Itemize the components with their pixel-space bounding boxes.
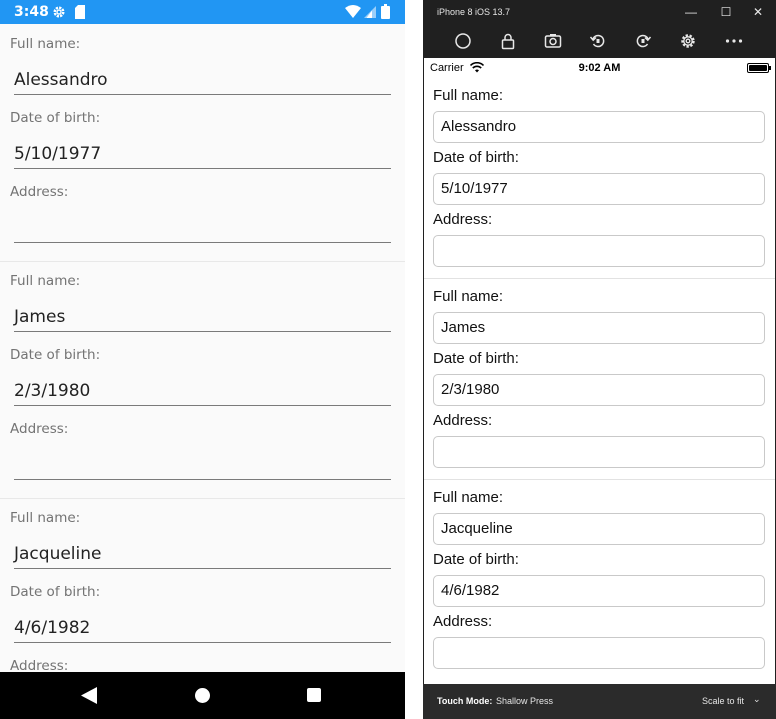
address-label: Address:	[10, 658, 69, 672]
dob-entry[interactable]: 4/6/1982	[433, 575, 765, 607]
address-entry[interactable]	[433, 235, 765, 267]
recents-icon[interactable]	[307, 688, 321, 702]
dob-entry[interactable]: 4/6/1982	[14, 613, 391, 643]
dob-label: Date of birth:	[10, 584, 101, 600]
dob-label: Date of birth:	[433, 149, 519, 166]
address-entry[interactable]	[14, 450, 391, 480]
signal-icon	[364, 6, 376, 18]
ios-status-bar: Carrier 9:02 AM	[424, 58, 775, 78]
chevron-down-icon[interactable]: ⌄	[753, 694, 761, 705]
maximize-button[interactable]: ☐	[717, 4, 735, 20]
full-name-label: Full name:	[10, 510, 81, 526]
home-button-icon[interactable]	[454, 32, 472, 50]
scale-select[interactable]: Scale to fit	[702, 696, 744, 706]
dob-entry[interactable]: 2/3/1980	[433, 374, 765, 406]
lock-icon[interactable]	[499, 32, 517, 50]
simulator-title: iPhone 8 iOS 13.7	[437, 7, 511, 17]
home-icon[interactable]	[195, 688, 210, 703]
android-nav-bar	[0, 672, 405, 719]
dob-entry[interactable]: 2/3/1980	[14, 376, 391, 406]
full-name-label: Full name:	[433, 288, 504, 305]
address-label: Address:	[433, 211, 493, 228]
back-icon[interactable]	[81, 687, 97, 704]
android-status-bar: 3:48	[0, 0, 405, 24]
screenshot-icon[interactable]	[544, 32, 562, 50]
wifi-icon	[345, 5, 361, 18]
full-name-label: Full name:	[433, 87, 504, 104]
sd-card-icon	[75, 5, 85, 19]
address-entry[interactable]	[14, 213, 391, 243]
touch-mode-label: Touch Mode:	[437, 696, 493, 706]
touch-mode-select[interactable]: Shallow Press	[496, 696, 553, 706]
dob-entry[interactable]: 5/10/1977	[14, 139, 391, 169]
address-label: Address:	[10, 421, 69, 437]
battery-icon	[381, 4, 390, 19]
rotate-left-icon[interactable]	[589, 32, 607, 50]
dob-label: Date of birth:	[10, 110, 101, 126]
simulator-bottom-bar: Touch Mode: Shallow Press Scale to fit ⌄	[423, 684, 776, 719]
full-name-label: Full name:	[10, 36, 81, 52]
address-label: Address:	[433, 412, 493, 429]
simulator-toolbar	[423, 24, 776, 58]
android-form-1: Full name: Alessandro Date of birth: 5/1…	[0, 24, 405, 262]
ios-simulator-window: iPhone 8 iOS 13.7 — ☐ ✕ Carrier 9:02 AM …	[423, 0, 776, 719]
settings-gear-icon[interactable]	[679, 32, 697, 50]
android-form-3: Full name: Jacqueline Date of birth: 4/6…	[0, 499, 405, 672]
android-screen: 3:48 Full name: Alessandro Date of birth…	[0, 0, 405, 719]
ios-time: 9:02 AM	[578, 62, 621, 74]
full-name-entry[interactable]: Jacqueline	[14, 539, 391, 569]
full-name-entry[interactable]: James	[433, 312, 765, 344]
battery-icon	[747, 63, 769, 73]
minimize-button[interactable]: —	[682, 4, 700, 20]
dob-label: Date of birth:	[433, 551, 519, 568]
more-icon[interactable]	[725, 32, 743, 50]
dob-label: Date of birth:	[433, 350, 519, 367]
rotate-right-icon[interactable]	[634, 32, 652, 50]
status-time: 3:48	[14, 4, 49, 20]
full-name-label: Full name:	[10, 273, 81, 289]
full-name-entry[interactable]: Jacqueline	[433, 513, 765, 545]
full-name-entry[interactable]: Alessandro	[433, 111, 765, 143]
battery-tip	[769, 66, 771, 70]
address-label: Address:	[10, 184, 69, 200]
dob-entry[interactable]: 5/10/1977	[433, 173, 765, 205]
form-divider	[424, 479, 775, 480]
address-entry[interactable]	[433, 637, 765, 669]
full-name-entry[interactable]: James	[14, 302, 391, 332]
form-divider	[424, 278, 775, 279]
dob-label: Date of birth:	[10, 347, 101, 363]
address-entry[interactable]	[433, 436, 765, 468]
android-form-2: Full name: James Date of birth: 2/3/1980…	[0, 262, 405, 499]
full-name-label: Full name:	[433, 489, 504, 506]
ios-screen: Carrier 9:02 AM Full name: Alessandro Da…	[424, 58, 775, 684]
settings-icon	[53, 6, 65, 18]
close-button[interactable]: ✕	[749, 4, 767, 20]
full-name-entry[interactable]: Alessandro	[14, 65, 391, 95]
address-label: Address:	[433, 613, 493, 630]
